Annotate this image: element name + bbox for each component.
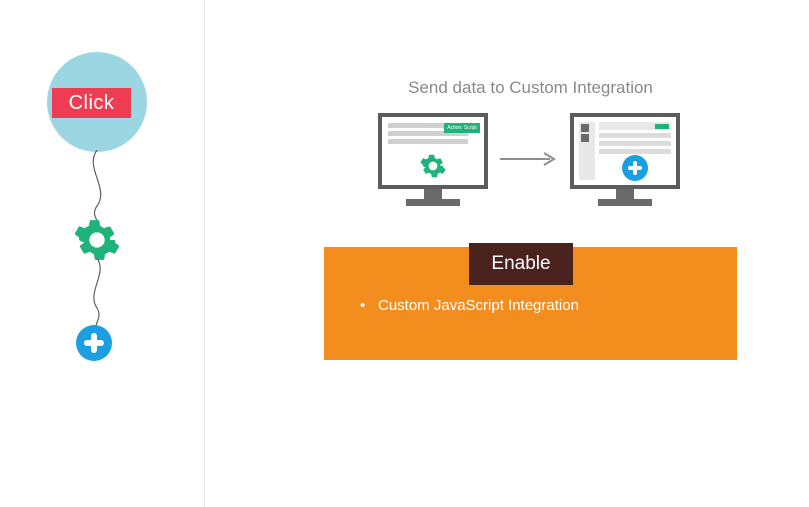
integration-diagram: Action: Script [378,113,682,223]
feature-item: Custom JavaScript Integration [360,297,711,314]
destination-monitor-icon [570,113,680,213]
gear-icon [420,153,446,179]
source-monitor-icon: Action: Script [378,113,488,213]
connector-line-1 [84,150,110,225]
vertical-divider [204,0,205,507]
connector-line-2 [84,258,110,330]
add-step-icon[interactable] [76,325,112,361]
click-node-label: Click [52,88,131,118]
arrow-right-icon [498,151,560,167]
enable-button[interactable]: Enable [469,243,573,285]
plus-icon [622,155,648,181]
workflow-column: Click [0,0,204,507]
gear-icon [74,217,120,263]
diagram-title: Send data to Custom Integration [324,78,737,98]
action-badge: Action: Script [444,123,480,133]
